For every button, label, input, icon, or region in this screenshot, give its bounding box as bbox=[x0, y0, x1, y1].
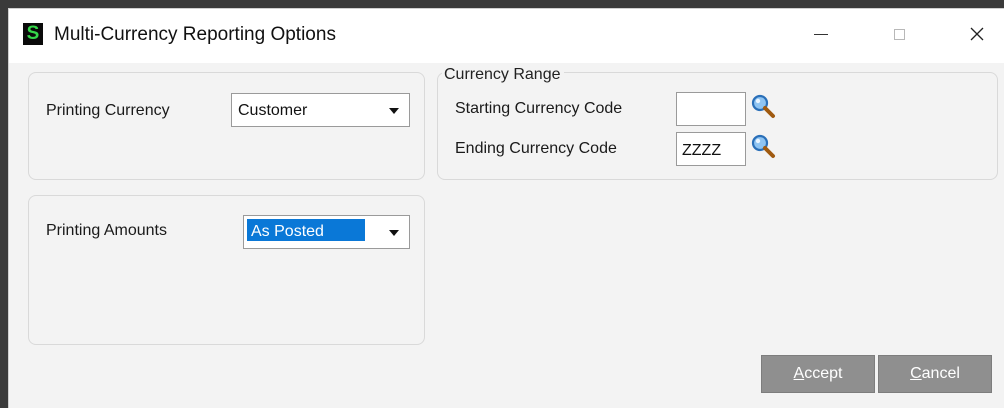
magnifier-icon bbox=[751, 134, 775, 158]
maximize-icon bbox=[893, 28, 905, 40]
starting-currency-label: Starting Currency Code bbox=[455, 100, 623, 117]
ending-currency-input[interactable]: ZZZZ bbox=[676, 132, 746, 166]
accept-button[interactable]: Accept bbox=[761, 355, 875, 393]
currency-range-title: Currency Range bbox=[442, 66, 564, 84]
cancel-mnemonic: C bbox=[910, 365, 922, 382]
printing-amounts-label: Printing Amounts bbox=[46, 222, 167, 239]
ending-currency-label: Ending Currency Code bbox=[455, 140, 617, 157]
printing-currency-select[interactable]: Customer bbox=[231, 93, 410, 127]
printing-currency-value: Customer bbox=[238, 102, 308, 119]
maximize-button[interactable] bbox=[877, 19, 921, 49]
starting-currency-input[interactable] bbox=[676, 92, 746, 126]
app-logo-icon: S bbox=[23, 23, 43, 45]
close-button[interactable] bbox=[955, 19, 999, 49]
printing-amounts-value: As Posted bbox=[247, 219, 365, 241]
window-title: Multi-Currency Reporting Options bbox=[54, 24, 336, 45]
chevron-down-icon bbox=[389, 230, 399, 236]
accept-label-rest: ccept bbox=[804, 365, 843, 382]
minimize-button[interactable] bbox=[799, 19, 843, 49]
cancel-label-rest: ancel bbox=[921, 365, 960, 382]
minimize-icon bbox=[814, 33, 828, 35]
magnifier-icon bbox=[751, 94, 775, 118]
starting-currency-lookup-button[interactable] bbox=[748, 90, 778, 124]
ending-currency-lookup-button[interactable] bbox=[748, 130, 778, 164]
printing-amounts-select[interactable]: As Posted bbox=[243, 215, 410, 249]
cancel-button[interactable]: Cancel bbox=[878, 355, 992, 393]
chevron-down-icon bbox=[389, 108, 399, 114]
printing-currency-label: Printing Currency bbox=[46, 102, 170, 119]
dialog-window: S Multi-Currency Reporting Options Print… bbox=[8, 8, 1004, 408]
accept-mnemonic: A bbox=[793, 365, 805, 382]
close-icon bbox=[970, 27, 984, 41]
title-bar: S Multi-Currency Reporting Options bbox=[9, 9, 1004, 63]
